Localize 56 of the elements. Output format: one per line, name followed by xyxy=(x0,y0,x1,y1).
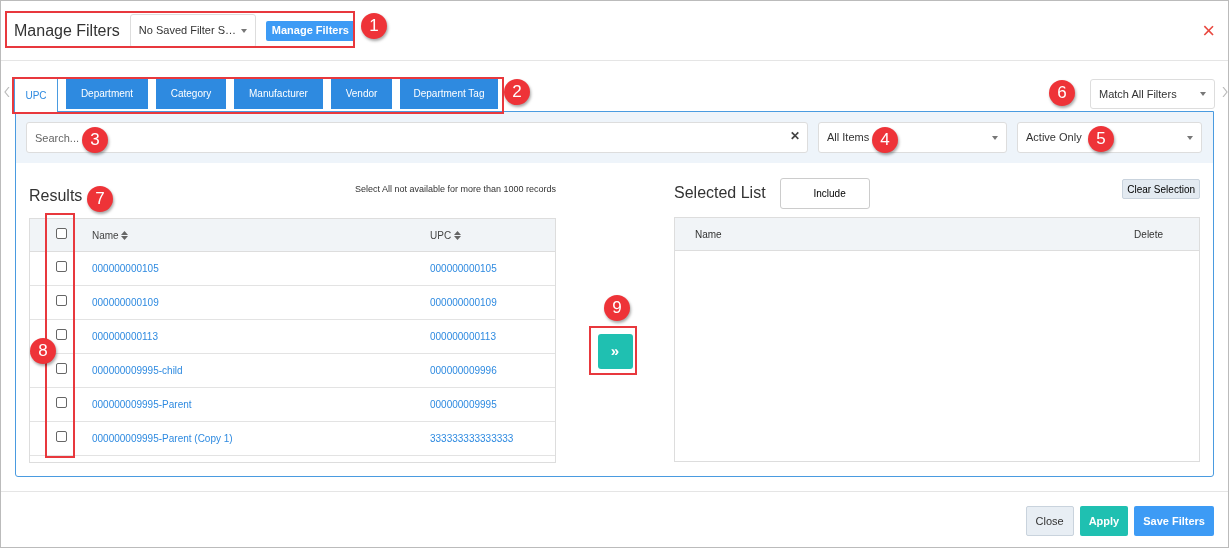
callout-marker: 8 xyxy=(30,338,56,364)
sort-icon[interactable] xyxy=(121,230,129,240)
checkbox[interactable] xyxy=(55,363,67,374)
sort-icon[interactable] xyxy=(453,230,461,240)
apply-button[interactable]: Apply xyxy=(1079,506,1129,536)
clear-selection-button[interactable]: Clear Selection xyxy=(1122,179,1200,199)
column-header: Name xyxy=(695,227,722,242)
checkbox[interactable] xyxy=(55,227,67,239)
upc-link[interactable]: 000000000105 xyxy=(430,261,497,276)
upc-link[interactable]: 000000009996 xyxy=(430,363,497,378)
match-filters-select[interactable]: Match All Filters xyxy=(1090,79,1215,109)
checkbox[interactable] xyxy=(55,261,67,272)
column-header[interactable]: Name xyxy=(92,227,430,243)
name-link[interactable]: 000000000109 xyxy=(92,297,159,308)
saved-filter-select[interactable]: No Saved Filter S… xyxy=(129,13,256,48)
results-heading: Results xyxy=(29,186,83,206)
upc-link[interactable]: 000000000113 xyxy=(430,329,496,344)
caret-icon xyxy=(1200,92,1206,96)
name-link[interactable]: 000000000105 xyxy=(92,263,159,274)
callout-marker: 9 xyxy=(604,295,630,321)
move-right-button[interactable]: » xyxy=(597,334,633,369)
checkbox[interactable] xyxy=(55,295,67,306)
callout-marker: 6 xyxy=(1049,80,1075,106)
records-note: Select All not available for more than 1000 records xyxy=(354,183,556,196)
caret-icon xyxy=(240,28,247,33)
column-header[interactable]: UPC xyxy=(430,227,550,243)
tab[interactable]: Department Tag xyxy=(400,77,498,109)
checkbox[interactable] xyxy=(55,397,67,408)
callout-marker: 7 xyxy=(87,186,113,212)
name-link[interactable]: 000000009995-Parent (Copy 1) xyxy=(92,433,233,444)
selected-list-heading: Selected List xyxy=(674,183,766,203)
checkbox[interactable] xyxy=(55,329,67,340)
callout-marker: 1 xyxy=(361,13,387,39)
upc-link[interactable]: 000000009995 xyxy=(430,397,497,412)
caret-icon xyxy=(1187,135,1193,140)
caret-icon xyxy=(992,135,998,140)
upc-link[interactable]: 000000000109 xyxy=(430,295,497,310)
upc-link[interactable]: 333333333333333 xyxy=(430,431,514,446)
tab[interactable]: UPC xyxy=(14,78,58,112)
dialog-title: Manage Filters xyxy=(14,20,120,41)
tab[interactable]: Vendor xyxy=(331,77,392,109)
save-filters-button[interactable]: Save Filters xyxy=(1134,506,1214,536)
name-link[interactable]: 000000009995-Parent xyxy=(92,399,192,410)
close-button[interactable]: Close xyxy=(1025,506,1074,536)
name-link[interactable]: 000000009995-child xyxy=(92,365,183,376)
include-toggle[interactable]: Include xyxy=(779,177,870,209)
highlight-frame xyxy=(589,326,637,375)
tab[interactable]: Department xyxy=(66,77,148,109)
callout-marker: 2 xyxy=(504,79,530,105)
tab[interactable]: Category xyxy=(156,77,226,109)
name-link[interactable]: 000000000113 xyxy=(92,331,158,342)
checkbox[interactable] xyxy=(55,431,67,442)
column-header: Delete xyxy=(1134,227,1163,242)
clear-icon[interactable]: ✕ xyxy=(790,130,800,142)
tab[interactable]: Manufacturer xyxy=(234,77,323,109)
manage-filters-button[interactable]: Manage Filters xyxy=(265,20,355,41)
